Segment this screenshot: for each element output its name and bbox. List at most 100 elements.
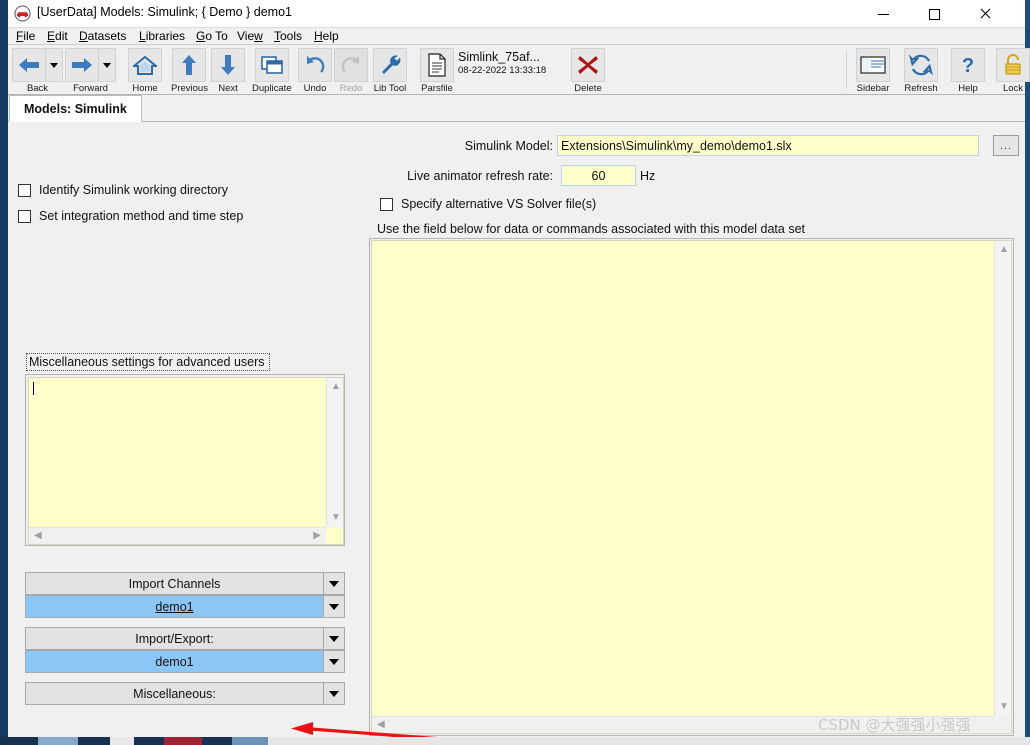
toolbar-lib-tool-button[interactable]: Lib Tool xyxy=(373,48,407,94)
application-window: [UserData] Models: Simulink; { Demo } de… xyxy=(0,0,1030,745)
toolbar-undo-label: Undo xyxy=(303,83,327,94)
toolbar-home-button[interactable]: Home xyxy=(128,48,162,94)
menu-item-help[interactable]: Help xyxy=(314,29,339,43)
menu-item-goto[interactable]: Go To xyxy=(196,29,228,43)
wrench-icon xyxy=(373,48,407,82)
taskbar-item[interactable] xyxy=(232,737,268,745)
tab-models-simulink[interactable]: Models: Simulink xyxy=(9,95,142,122)
browse-model-button[interactable]: ... xyxy=(993,135,1019,156)
checkbox-identify-working-directory[interactable]: Identify Simulink working directory xyxy=(18,183,228,197)
refresh-rate-input[interactable]: 60 xyxy=(561,165,636,186)
toolbar-refresh-button[interactable]: Refresh xyxy=(904,48,938,94)
menu-bar: File Edit Datasets Libraries Go To View … xyxy=(8,28,1025,45)
scroll-down-icon[interactable]: ▼ xyxy=(331,513,341,523)
toolbar-previous-button[interactable]: Previous xyxy=(171,48,208,94)
toolbar-undo-button[interactable]: Undo xyxy=(298,48,332,94)
taskbar-item[interactable] xyxy=(134,737,164,745)
toolbar-delete-button[interactable]: Delete xyxy=(571,48,605,94)
back-dropdown-button[interactable] xyxy=(46,48,63,82)
refresh-rate-label: Live animator refresh rate: xyxy=(407,169,553,183)
menu-item-datasets[interactable]: Datasets xyxy=(79,29,126,43)
scroll-up-icon[interactable]: ▲ xyxy=(999,245,1009,255)
combo-text: Import/Export: xyxy=(26,628,324,649)
checkbox-box[interactable] xyxy=(18,183,31,197)
taskbar-item[interactable] xyxy=(0,737,38,745)
taskbar xyxy=(0,737,1030,745)
menu-item-edit[interactable]: Edit xyxy=(47,29,68,43)
chevron-down-icon xyxy=(103,62,111,68)
simulink-model-input[interactable]: Extensions\Simulink\my_demo\demo1.slx xyxy=(557,135,979,156)
red-x-icon xyxy=(571,48,605,82)
combo-text: Import Channels xyxy=(26,573,324,594)
menu-item-view[interactable]: View xyxy=(237,29,263,43)
toolbar-parsfile-button[interactable]: Parsfile xyxy=(420,48,454,94)
toolbar-help-label: Help xyxy=(958,83,978,94)
refresh-rate-units: Hz xyxy=(640,169,656,183)
taskbar-item[interactable] xyxy=(110,737,134,745)
misc-settings-textarea[interactable]: ▲ ▼ ◀ ▶ xyxy=(28,377,344,545)
scroll-left-icon[interactable]: ◀ xyxy=(377,720,385,730)
combo-text: demo1 xyxy=(26,596,324,617)
combo-text: demo1 xyxy=(26,651,324,672)
menu-item-tools[interactable]: Tools xyxy=(274,29,302,43)
parsfile-info: Simlink_75af... 08-22-2022 13:33:18 xyxy=(458,50,546,76)
window-left-border xyxy=(0,0,8,737)
minimize-button[interactable] xyxy=(860,0,906,28)
tab-strip: Models: Simulink xyxy=(8,95,1025,122)
title-bar: [UserData] Models: Simulink; { Demo } de… xyxy=(8,0,1025,28)
duplicate-icon xyxy=(254,48,289,82)
checkbox-box[interactable] xyxy=(380,197,393,211)
close-button[interactable] xyxy=(962,0,1008,28)
combo-import-channels-label[interactable]: Import Channels xyxy=(25,572,345,595)
toolbar-previous-label: Previous xyxy=(171,83,208,94)
combo-import-export-value[interactable]: demo1 xyxy=(25,650,345,673)
menu-item-libraries[interactable]: Libraries xyxy=(139,29,185,43)
maximize-button[interactable] xyxy=(911,0,957,28)
toolbar: Back Forward Home Previous Next Duplicat… xyxy=(8,45,1030,95)
chevron-down-icon[interactable] xyxy=(324,628,344,649)
checkbox-box[interactable] xyxy=(18,209,31,223)
combo-miscellaneous-label[interactable]: Miscellaneous: xyxy=(25,682,345,705)
parsfile-name: Simlink_75af... xyxy=(458,50,540,64)
close-icon xyxy=(979,8,991,20)
model-data-textarea[interactable]: ▲ ▼ ◀ xyxy=(371,240,1012,734)
taskbar-item[interactable] xyxy=(202,737,232,745)
toolbar-redo-button[interactable]: Redo xyxy=(334,48,368,94)
misc-vertical-scrollbar[interactable]: ▲ ▼ xyxy=(326,378,343,527)
chevron-down-icon[interactable] xyxy=(324,596,344,617)
misc-settings-legend: Miscellaneous settings for advanced user… xyxy=(26,353,270,371)
scroll-up-icon[interactable]: ▲ xyxy=(331,382,341,392)
checkbox-specify-vs-solver[interactable]: Specify alternative VS Solver file(s) xyxy=(380,197,596,211)
toolbar-lock-button[interactable]: Lock xyxy=(996,48,1030,94)
combo-import-export-label[interactable]: Import/Export: xyxy=(25,627,345,650)
toolbar-back-button[interactable]: Back xyxy=(12,48,63,94)
chevron-down-icon[interactable] xyxy=(324,651,344,672)
chevron-down-icon[interactable] xyxy=(324,683,344,704)
menu-item-file[interactable]: File xyxy=(16,29,35,43)
scrollbar-corner xyxy=(326,527,343,544)
taskbar-item[interactable] xyxy=(164,737,202,745)
car-logo-icon xyxy=(14,5,31,22)
scroll-right-icon[interactable]: ▶ xyxy=(313,531,321,541)
sidebar-icon xyxy=(856,48,890,82)
chevron-down-icon[interactable] xyxy=(324,573,344,594)
taskbar-item[interactable] xyxy=(78,737,110,745)
scrollbar-corner xyxy=(994,716,1011,733)
toolbar-duplicate-button[interactable]: Duplicate xyxy=(252,48,292,94)
toolbar-forward-button[interactable]: Forward xyxy=(65,48,116,94)
toolbar-help-button[interactable]: ? Help xyxy=(951,48,985,94)
refresh-icon xyxy=(904,48,938,82)
misc-horizontal-scrollbar[interactable]: ◀ ▶ xyxy=(29,527,326,544)
scroll-left-icon[interactable]: ◀ xyxy=(34,531,42,541)
checkbox-set-integration-method[interactable]: Set integration method and time step xyxy=(18,209,243,223)
forward-dropdown-button[interactable] xyxy=(99,48,116,82)
checkbox-label: Set integration method and time step xyxy=(39,209,244,223)
taskbar-item[interactable] xyxy=(38,737,78,745)
combo-import-channels-value[interactable]: demo1 xyxy=(25,595,345,618)
toolbar-sidebar-button[interactable]: Sidebar xyxy=(856,48,890,94)
data-vertical-scrollbar[interactable]: ▲ ▼ xyxy=(994,241,1011,716)
parsfile-timestamp: 08-22-2022 13:33:18 xyxy=(458,65,547,76)
toolbar-next-button[interactable]: Next xyxy=(211,48,245,94)
data-field-hint: Use the field below for data or commands… xyxy=(377,222,805,236)
scroll-down-icon[interactable]: ▼ xyxy=(999,702,1009,712)
